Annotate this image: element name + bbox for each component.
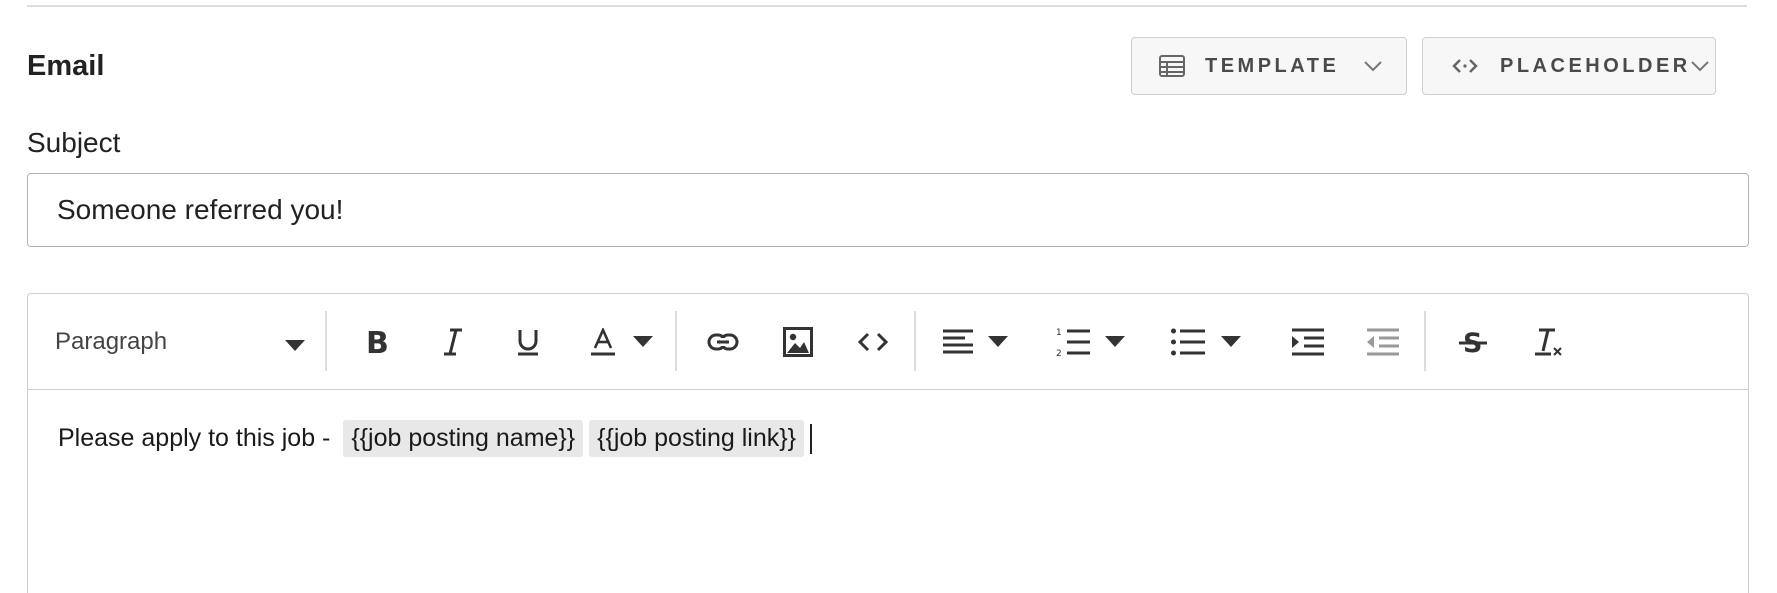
numbered-list-dropdown[interactable]: [1100, 294, 1130, 389]
code-brackets-icon: [1452, 58, 1478, 74]
link-button[interactable]: [698, 294, 748, 389]
indent-icon: [1292, 328, 1324, 356]
underline-button[interactable]: [503, 294, 553, 389]
outdent-button[interactable]: [1353, 294, 1413, 389]
bold-icon: B: [366, 328, 390, 356]
numbered-list-icon: 12: [1056, 327, 1090, 357]
bulleted-list-button[interactable]: [1163, 294, 1213, 389]
block-format-select[interactable]: Paragraph: [55, 294, 305, 389]
clear-formatting-button[interactable]: [1523, 294, 1573, 389]
placeholder-button-label: PLACEHOLDER: [1500, 54, 1691, 77]
subject-input[interactable]: [27, 173, 1749, 247]
svg-text:1: 1: [1056, 328, 1062, 338]
caret-down-icon: [988, 336, 1008, 347]
editor-toolbar: Paragraph B 1 2: [28, 294, 1748, 390]
bold-button[interactable]: B: [353, 294, 403, 389]
toolbar-separator: [675, 311, 677, 371]
bulleted-list-icon: [1171, 328, 1205, 356]
numbered-list-button[interactable]: 12: [1048, 294, 1098, 389]
clear-formatting-icon: [1533, 327, 1563, 357]
svg-text:B: B: [366, 328, 389, 356]
subject-label: Subject: [27, 127, 121, 158]
editor-content[interactable]: Please apply to this job - {{job posting…: [58, 420, 812, 457]
outdent-icon: [1367, 328, 1399, 356]
align-dropdown[interactable]: [983, 294, 1013, 389]
align-left-icon: [943, 329, 973, 355]
caret-down-icon: [1221, 336, 1241, 347]
code-icon: [858, 332, 888, 352]
text-cursor: [809, 423, 812, 454]
italic-button[interactable]: [428, 294, 478, 389]
caret-down-icon: [1105, 336, 1125, 347]
strikethrough-icon: S: [1459, 328, 1487, 356]
bulleted-list-dropdown[interactable]: [1216, 294, 1246, 389]
section-title: Email: [27, 50, 105, 82]
toolbar-separator: [914, 311, 916, 371]
toolbar-separator: [325, 311, 327, 371]
svg-text:2: 2: [1056, 349, 1062, 357]
chevron-down-icon: [1364, 60, 1382, 72]
text-color-icon: [590, 327, 616, 356]
rich-text-editor: Paragraph B 1 2 Please apply to this job…: [27, 293, 1749, 593]
link-icon: [707, 332, 739, 352]
caret-down-icon: [633, 336, 653, 347]
table-icon: [1159, 55, 1185, 77]
align-button[interactable]: [933, 294, 983, 389]
template-button-label: TEMPLATE: [1205, 54, 1340, 77]
image-button[interactable]: [773, 294, 823, 389]
text-color-dropdown[interactable]: [628, 294, 658, 389]
text-color-button[interactable]: [578, 294, 628, 389]
image-icon: [783, 326, 813, 357]
underline-icon: [516, 328, 540, 356]
block-format-value: Paragraph: [55, 327, 168, 355]
indent-button[interactable]: [1278, 294, 1338, 389]
chevron-down-icon: [1691, 60, 1709, 72]
italic-icon: [441, 328, 465, 356]
caret-down-icon: [285, 338, 305, 356]
body-text: Please apply to this job -: [58, 424, 338, 452]
strikethrough-button[interactable]: S: [1448, 294, 1498, 389]
template-dropdown-button[interactable]: TEMPLATE: [1131, 37, 1407, 95]
code-button[interactable]: [848, 294, 898, 389]
top-divider: [27, 5, 1747, 7]
placeholder-dropdown-button[interactable]: PLACEHOLDER: [1422, 37, 1716, 95]
placeholder-chip-job-posting-link[interactable]: {{job posting link}}: [589, 420, 804, 457]
placeholder-chip-job-posting-name[interactable]: {{job posting name}}: [343, 420, 584, 457]
toolbar-separator: [1424, 311, 1426, 371]
